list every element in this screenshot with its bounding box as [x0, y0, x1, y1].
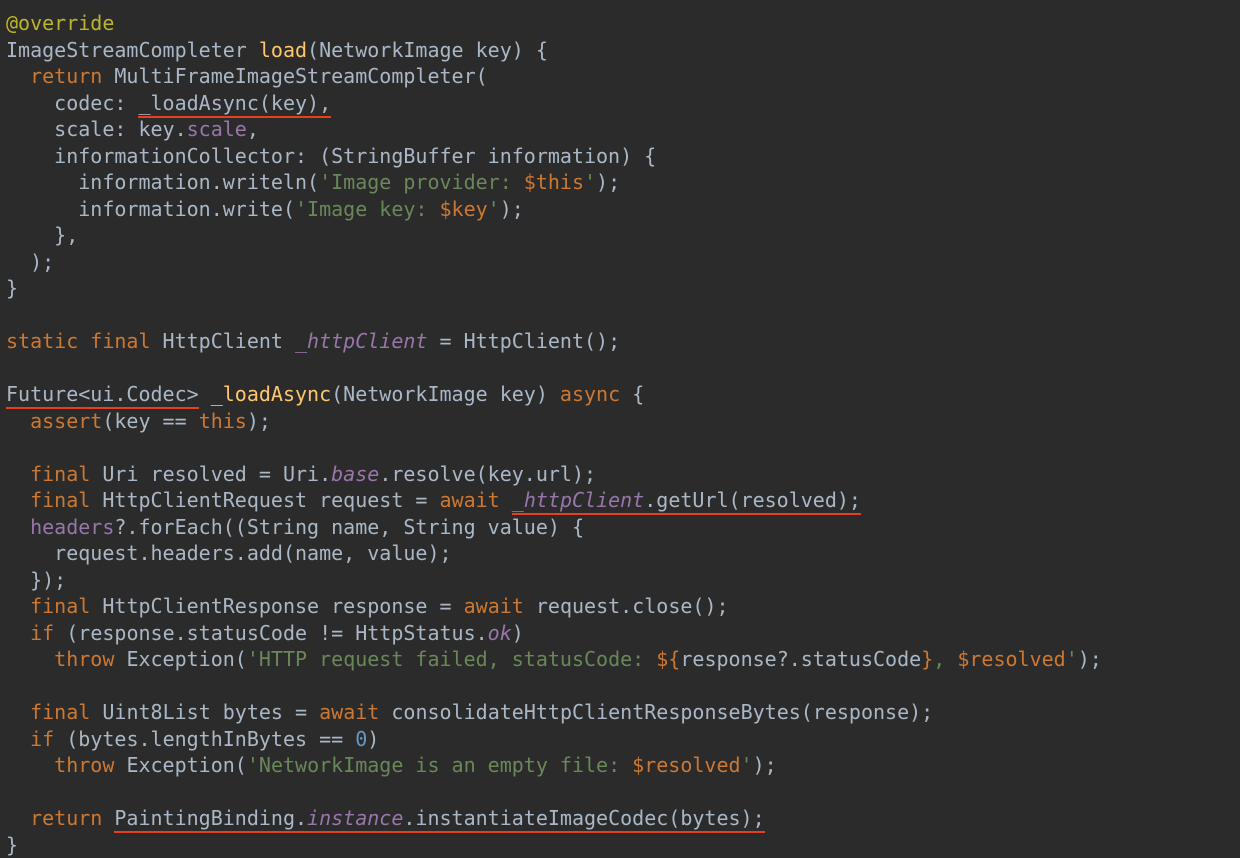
write-call: information.write(	[78, 197, 295, 221]
underline-future: Future<ui.Codec>	[6, 382, 199, 406]
underline-codec: _loadAsync(key),	[138, 91, 331, 115]
params: (NetworkImage key) {	[307, 38, 548, 62]
scale-prop: scale	[187, 117, 247, 141]
scale-label: scale: key.	[54, 117, 186, 141]
underline-getUrl: _httpClient.getUrl(resolved);	[512, 488, 861, 512]
static-final: static final	[6, 329, 151, 353]
underline-instantiate: PaintingBinding.instance.instantiateImag…	[114, 806, 764, 830]
info-collector: informationCollector: (StringBuffer info…	[54, 144, 656, 168]
codec-label: codec:	[54, 91, 126, 115]
code-editor[interactable]: @override ImageStreamCompleter load(Netw…	[0, 0, 1240, 858]
method-load: load	[259, 38, 307, 62]
return-kw: return	[30, 64, 102, 88]
ctor-call: MultiFrameImageStreamCompleter(	[114, 64, 487, 88]
http-client-field: _httpClient	[295, 329, 427, 353]
method-loadasync: _loadAsync	[211, 382, 331, 406]
writeln-call: information.writeln(	[78, 170, 319, 194]
type: ImageStreamCompleter	[6, 38, 247, 62]
annotation-override: @override	[6, 11, 114, 35]
